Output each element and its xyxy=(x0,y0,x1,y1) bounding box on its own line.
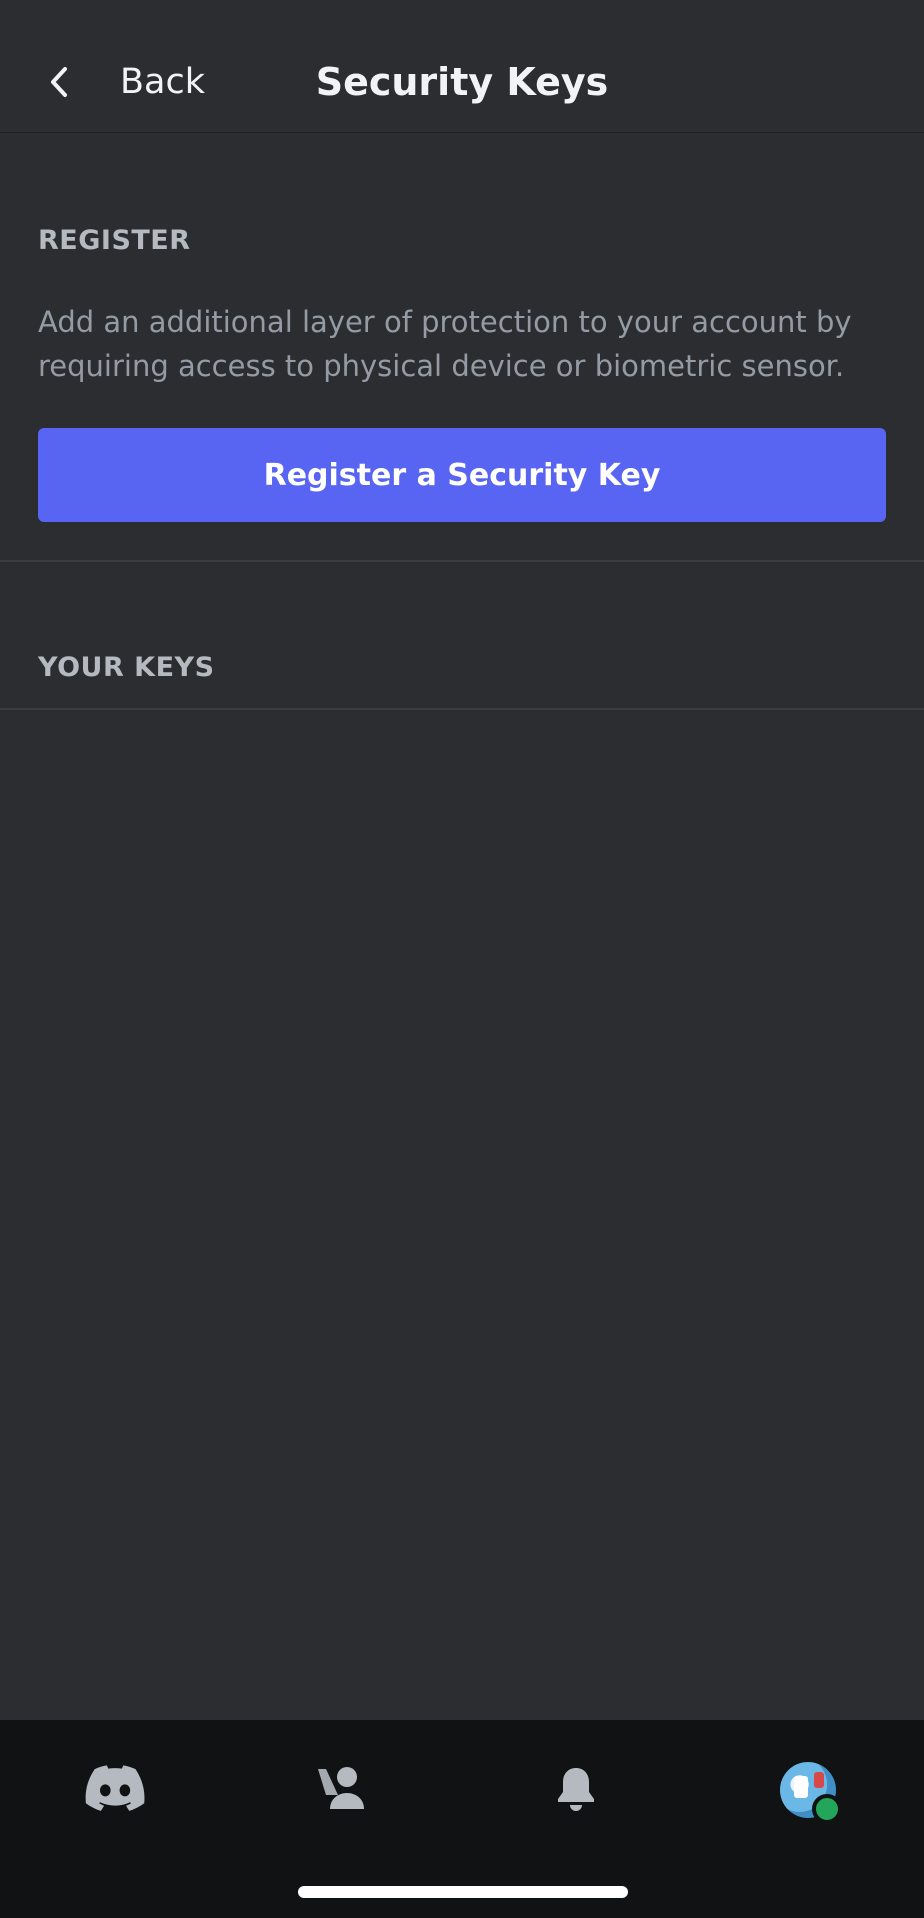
nav-friends[interactable] xyxy=(302,1750,382,1830)
bell-icon xyxy=(553,1765,599,1815)
avatar-art xyxy=(794,1776,808,1798)
avatar xyxy=(780,1762,842,1824)
security-keys-screen: Back Security Keys REGISTER Add an addit… xyxy=(0,0,924,1918)
header: Back Security Keys xyxy=(0,0,924,133)
page-title: Security Keys xyxy=(315,60,609,104)
avatar-art xyxy=(814,1772,824,1788)
nav-notifications[interactable] xyxy=(536,1750,616,1830)
friends-icon xyxy=(316,1765,368,1815)
your-keys-section-label: YOUR KEYS xyxy=(38,652,215,683)
home-indicator[interactable] xyxy=(298,1886,628,1898)
divider xyxy=(0,560,924,562)
register-section-label: REGISTER xyxy=(38,225,191,256)
register-description: Add an additional layer of protection to… xyxy=(38,305,852,383)
nav-profile[interactable] xyxy=(768,1750,848,1830)
discord-logo-icon xyxy=(85,1765,145,1815)
nav-home[interactable] xyxy=(75,1750,155,1830)
register-security-key-button[interactable]: Register a Security Key xyxy=(38,428,886,522)
keys-list xyxy=(0,710,924,1720)
online-status-badge xyxy=(812,1794,842,1824)
